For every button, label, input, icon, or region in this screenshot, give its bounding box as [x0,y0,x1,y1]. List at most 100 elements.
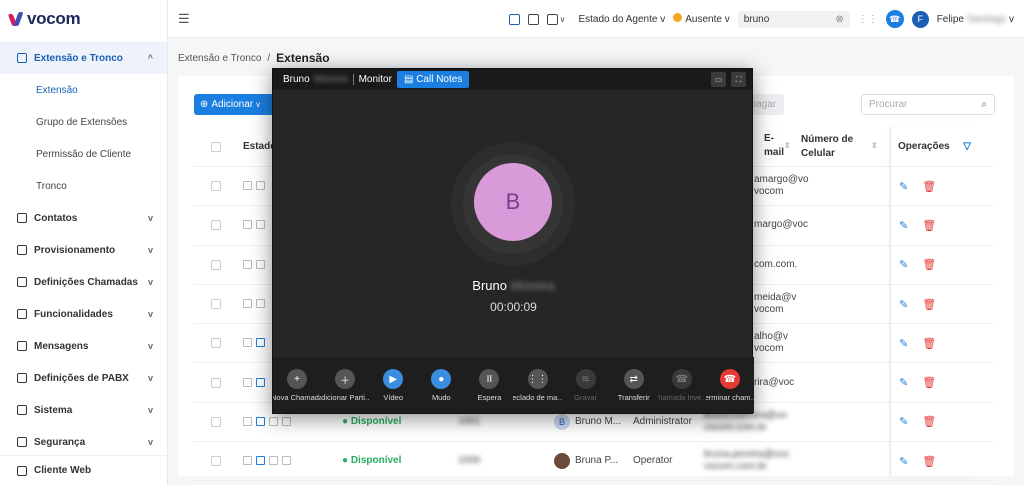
operations-row: ✎ 🗑 [891,403,978,443]
breadcrumb-parent[interactable]: Extensão e Tronco [178,53,261,64]
microphone-icon: ● [431,369,452,389]
sidebar-group-sistema[interactable]: Sistema v [0,394,167,426]
window-icon[interactable] [547,13,559,25]
pabx-icon [17,373,27,383]
users-icon [17,53,27,63]
sidebar-group-seguranca[interactable]: Segurança v [0,426,167,458]
sidebar-group-label: Extensão e Tronco [34,52,123,64]
sidebar-item-cliente-web[interactable]: Cliente Web [0,455,168,485]
call-control-transfer[interactable]: ⇄ Transferir [610,369,658,402]
minimize-window-icon[interactable]: ▭ [711,72,726,87]
agent-state-dropdown[interactable]: Estado do Agente v [578,14,665,25]
call-window: Bruno Moreira Monitor ▤ Call Notes ▭ ⛶ B… [272,68,754,414]
edit-icon[interactable]: ✎ [899,376,908,389]
edit-icon[interactable]: ✎ [899,337,908,350]
call-window-header[interactable]: Bruno Moreira Monitor ▤ Call Notes ▭ ⛶ [273,69,752,90]
dialpad-icon[interactable]: ⋮⋮ [858,14,878,25]
email: rira@voc [754,376,795,388]
edit-icon[interactable]: ✎ [899,455,908,468]
clear-icon[interactable]: ⊗ [835,14,843,25]
add-participant-icon: ＋ [335,369,356,389]
sidebar-group-mensagens[interactable]: Mensagens v [0,330,167,362]
row-checkbox[interactable] [211,220,221,231]
search-placeholder: Procurar [869,99,908,110]
fullscreen-icon[interactable]: ⛶ [731,72,746,87]
table-search-input[interactable]: Procurar ⌕ [861,94,995,115]
filter-icon[interactable]: ▽ [963,141,971,152]
sidebar-group-extensao-tronco[interactable]: Extensão e Tronco ^ [0,42,167,74]
edit-icon[interactable]: ✎ [899,258,908,271]
row-checkbox[interactable] [211,377,221,388]
call-control-add-participant[interactable]: ＋ Adicionar Participante [321,369,369,402]
monitor-icon [256,416,265,426]
edit-icon[interactable]: ✎ [899,219,908,232]
sort-icon[interactable]: ⇕ [871,141,878,150]
call-control-label: Chamada Inversa [658,393,706,402]
status-badge: ● Disponível [342,415,402,427]
search-input[interactable]: bruno ⊗ [737,10,850,28]
call-control-microphone[interactable]: ● Mudo [417,369,465,402]
monitor-tab[interactable]: Monitor [359,74,392,85]
layout-grid-icon[interactable] [509,13,521,25]
delete-icon[interactable]: 🗑 [922,219,936,232]
delete-icon[interactable]: 🗑 [922,298,936,311]
monitor-icon [256,456,265,466]
email: com.com. [754,258,798,270]
delete-icon[interactable]: 🗑 [922,258,936,271]
edit-icon[interactable]: ✎ [899,415,908,428]
col-mobile[interactable]: Número de Celular [801,133,853,161]
sidebar-group-funcionalidades[interactable]: Funcionalidades v [0,298,167,330]
operations-row: ✎ 🗑 [891,206,978,246]
chevron-down-icon: v [147,309,153,319]
select-all-checkbox[interactable] [211,141,221,152]
call-control-hangup[interactable]: ☎ Terminar chamada [706,369,754,402]
delete-icon[interactable]: 🗑 [922,376,936,389]
sort-icon[interactable]: ⇕ [784,141,791,150]
panel-icon[interactable] [528,13,540,25]
call-control-label: Vídeo [383,393,404,402]
sidebar-group-label: Sistema [34,404,73,416]
call-control-video[interactable]: ▶ Vídeo [369,369,417,402]
row-checkbox[interactable] [211,181,221,192]
sidebar-group-contatos[interactable]: Contatos v [0,202,167,234]
delete-icon[interactable]: 🗑 [922,337,936,350]
add-button[interactable]: ⊕ Adicionar v [194,94,274,115]
table-row[interactable]: ● Disponível 1006 Bruna P... Operator bruna.… [194,442,994,482]
menu-collapse-icon[interactable]: ☰ [178,11,190,27]
edit-icon[interactable]: ✎ [899,180,908,193]
row-checkbox[interactable] [211,259,221,270]
phone-icon[interactable]: ☎ [885,10,904,28]
call-control-add-call[interactable]: + Nova Chamada [273,369,321,402]
delete-icon[interactable]: 🗑 [922,415,936,428]
edit-icon[interactable]: ✎ [899,298,908,311]
callee-avatar: B [474,163,552,241]
search-icon[interactable]: ⌕ [981,99,987,110]
avatar[interactable]: F [911,10,929,28]
row-checkbox[interactable] [211,416,221,427]
call-control-dialpad[interactable]: ⋮⋮ Teclado de marcação [513,369,562,402]
row-checkbox[interactable] [211,456,221,467]
sidebar-item-tronco[interactable]: Tronco [0,170,167,202]
presence-dropdown[interactable]: Ausente v [673,13,730,25]
row-checkbox[interactable] [211,338,221,349]
call-control-label: Terminar chamada [706,393,754,402]
call-control-pause[interactable]: II Espera [465,369,513,402]
brand-logo[interactable]: vocom [0,0,167,38]
sidebar-item-grupo-extensoes[interactable]: Grupo de Extensões [0,106,167,138]
sidebar-group-definicoes-chamadas[interactable]: Definições Chamadas v [0,266,167,298]
call-timer: 00:00:09 [490,300,537,314]
call-notes-button[interactable]: ▤ Call Notes [396,71,470,88]
sidebar-item-extensao[interactable]: Extensão [0,74,167,106]
sidebar-item-permissao-cliente[interactable]: Permissão de Cliente [0,138,167,170]
topbar: ☰ v Estado do Agente v Ausente v bruno ⊗… [168,0,1024,38]
row-checkbox[interactable] [211,299,221,310]
delete-icon[interactable]: 🗑 [922,455,936,468]
sidebar-group-definicoes-pabx[interactable]: Definições de PABX v [0,362,167,394]
chevron-down-icon: v [147,405,153,415]
user-menu[interactable]: Felipe Santiago v [937,14,1014,25]
add-button-label: Adicionar [211,99,254,110]
sidebar-group-label: Definições Chamadas [34,276,138,288]
delete-icon[interactable]: 🗑 [922,180,936,193]
sidebar-group-provisionamento[interactable]: Provisionamento v [0,234,167,266]
user-name: Bruna P... [575,455,619,467]
